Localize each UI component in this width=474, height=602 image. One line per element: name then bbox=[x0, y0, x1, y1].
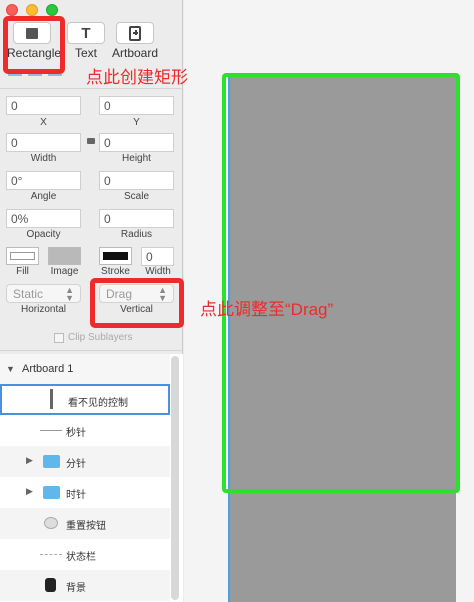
folder-icon bbox=[43, 455, 60, 468]
stroke-swatch[interactable] bbox=[99, 247, 132, 265]
drag-hint-annotation: 点此调整至“Drag” bbox=[200, 300, 334, 319]
line-layer-icon bbox=[40, 430, 62, 431]
layer-label: 时针 bbox=[66, 490, 86, 501]
fill-label: Fill bbox=[16, 266, 29, 277]
horizontal-value: Static bbox=[13, 287, 44, 301]
app-window: Rectangle T Text Artboard 0 X 0 Y 0 Widt… bbox=[0, 0, 474, 602]
height-label: Height bbox=[122, 153, 151, 164]
width-field[interactable]: 0 bbox=[6, 133, 81, 152]
layer-label: 状态栏 bbox=[66, 552, 96, 563]
layer-label: 重置按钮 bbox=[66, 521, 106, 532]
artboard-icon bbox=[129, 25, 141, 41]
rectangle-hint-annotation: 点此创建矩形 bbox=[86, 68, 188, 87]
select-caret-icon: ▲ ▼ bbox=[65, 285, 74, 303]
divider bbox=[0, 88, 183, 89]
angle-field[interactable]: 0° bbox=[6, 171, 81, 190]
layer-list: ▼ Artboard 1 看不见的控制 秒针 ▶ 分针 ▶ 时针 重置按钮 状态… bbox=[0, 354, 183, 602]
disclosure-closed-icon[interactable]: ▶ bbox=[26, 455, 33, 466]
text-tool-button[interactable]: T Text bbox=[61, 22, 111, 60]
clip-sublayers-label: Clip Sublayers bbox=[68, 332, 133, 343]
artboard-layer-row[interactable]: ▼ Artboard 1 bbox=[0, 354, 170, 384]
text-tool-label: Text bbox=[74, 46, 97, 60]
vertical-select-highlight bbox=[90, 278, 184, 328]
artboard-layer-label: Artboard 1 bbox=[22, 363, 74, 375]
clip-sublayers-checkbox[interactable] bbox=[54, 332, 64, 343]
layer-row[interactable]: 重置按钮 bbox=[0, 508, 170, 539]
artboard-tool-button[interactable]: Artboard bbox=[110, 22, 160, 60]
zoom-window-button[interactable] bbox=[46, 4, 58, 16]
image-swatch[interactable] bbox=[48, 247, 81, 265]
align-left-icon[interactable] bbox=[8, 66, 22, 76]
layer-row[interactable]: 背景 bbox=[0, 570, 170, 601]
layer-row[interactable]: ▶ 分针 bbox=[0, 446, 170, 477]
artboard-tool-label: Artboard bbox=[111, 46, 159, 60]
scale-label: Scale bbox=[123, 191, 149, 202]
x-label: X bbox=[40, 117, 47, 128]
radius-label: Radius bbox=[120, 229, 153, 240]
scale-field[interactable]: 0 bbox=[99, 171, 174, 190]
text-tool-icon: T bbox=[81, 24, 91, 42]
stroke-label: Stroke bbox=[101, 266, 130, 277]
angle-label: Angle bbox=[30, 191, 57, 202]
stroke-width-field[interactable]: 0 bbox=[141, 247, 174, 266]
horizontal-select[interactable]: Static ▲ ▼ bbox=[6, 284, 81, 303]
disclosure-closed-icon[interactable]: ▶ bbox=[26, 486, 33, 497]
horizontal-label: Horizontal bbox=[20, 304, 67, 315]
clip-sublayers-option[interactable]: Clip Sublayers bbox=[54, 332, 132, 343]
fill-swatch[interactable] bbox=[6, 247, 39, 265]
layer-label: 秒针 bbox=[66, 428, 86, 439]
inspector-panel: Rectangle T Text Artboard 0 X 0 Y 0 Widt… bbox=[0, 0, 184, 602]
layer-label: 分针 bbox=[66, 459, 86, 470]
layer-row[interactable]: ▶ 时针 bbox=[0, 477, 170, 508]
image-label: Image bbox=[50, 266, 79, 277]
x-field[interactable]: 0 bbox=[6, 96, 81, 115]
stroke-width-label: Width bbox=[145, 266, 171, 277]
lock-ratio-icon[interactable] bbox=[87, 138, 95, 144]
folder-icon bbox=[43, 486, 60, 499]
rectangle-layer-icon bbox=[50, 389, 53, 409]
layer-row[interactable]: 看不见的控制 bbox=[0, 384, 170, 415]
minimize-window-button[interactable] bbox=[26, 4, 38, 16]
opacity-field[interactable]: 0% bbox=[6, 209, 81, 228]
align-center-icon[interactable] bbox=[28, 66, 42, 76]
divider bbox=[0, 350, 183, 351]
layer-row[interactable]: 秒针 bbox=[0, 415, 170, 446]
line-layer-icon bbox=[40, 554, 62, 555]
y-field[interactable]: 0 bbox=[99, 96, 174, 115]
height-field[interactable]: 0 bbox=[99, 133, 174, 152]
close-window-button[interactable] bbox=[6, 4, 18, 16]
disclosure-open-icon[interactable]: ▼ bbox=[6, 354, 15, 384]
opacity-label: Opacity bbox=[26, 229, 61, 240]
y-label: Y bbox=[133, 117, 140, 128]
background-layer-icon bbox=[45, 578, 56, 592]
width-label: Width bbox=[30, 153, 57, 164]
align-right-icon[interactable] bbox=[48, 66, 62, 76]
layer-label: 看不见的控制 bbox=[68, 398, 128, 409]
rectangle-layer-highlight[interactable] bbox=[222, 73, 460, 493]
button-layer-icon bbox=[44, 517, 58, 529]
layer-row[interactable]: 状态栏 bbox=[0, 539, 170, 570]
radius-field[interactable]: 0 bbox=[99, 209, 174, 228]
layer-scrollbar[interactable] bbox=[171, 356, 179, 600]
layer-label: 背景 bbox=[66, 583, 86, 594]
